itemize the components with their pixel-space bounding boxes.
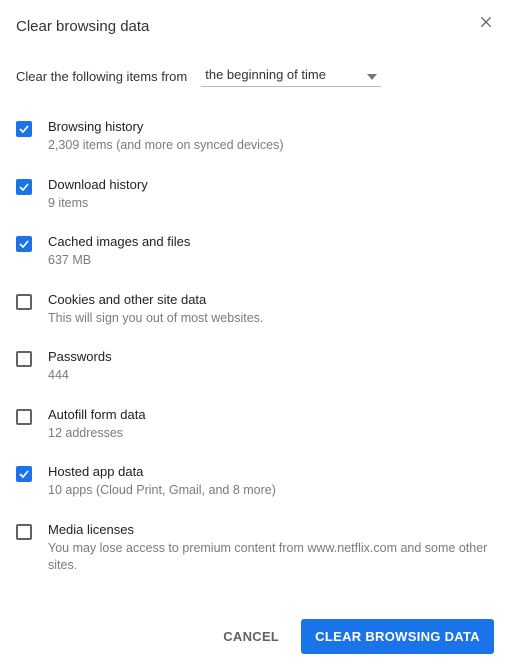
dialog-actions: Cancel Clear browsing data [16, 619, 494, 654]
option-label: Browsing history [48, 119, 494, 134]
options-list: Browsing history 2,309 items (and more on… [16, 111, 494, 589]
option-desc: This will sign you out of most websites. [48, 310, 494, 328]
option-desc: 9 items [48, 195, 494, 213]
option-label: Hosted app data [48, 464, 494, 479]
option-checkbox[interactable] [16, 524, 32, 540]
option-checkbox[interactable] [16, 179, 32, 195]
option-text: Download history 9 items [48, 177, 494, 213]
option-checkbox[interactable] [16, 121, 32, 137]
option-row: Autofill form data 12 addresses [16, 399, 494, 457]
option-label: Cached images and files [48, 234, 494, 249]
option-desc: You may lose access to premium content f… [48, 540, 494, 575]
option-text: Media licenses You may lose access to pre… [48, 522, 494, 575]
option-desc: 2,309 items (and more on synced devices) [48, 137, 494, 155]
time-range-row: Clear the following items from the begin… [16, 65, 494, 87]
option-label: Cookies and other site data [48, 292, 494, 307]
option-text: Cookies and other site data This will sig… [48, 292, 494, 328]
option-desc: 10 apps (Cloud Print, Gmail, and 8 more) [48, 482, 494, 500]
option-label: Passwords [48, 349, 494, 364]
cancel-button[interactable]: Cancel [209, 619, 293, 654]
option-desc: 637 MB [48, 252, 494, 270]
option-text: Cached images and files 637 MB [48, 234, 494, 270]
option-row: Hosted app data 10 apps (Cloud Print, Gma… [16, 456, 494, 514]
clear-browsing-data-dialog: Clear browsing data Clear the following … [0, 0, 510, 670]
option-text: Autofill form data 12 addresses [48, 407, 494, 443]
option-desc: 12 addresses [48, 425, 494, 443]
option-label: Download history [48, 177, 494, 192]
option-row: Cookies and other site data This will sig… [16, 284, 494, 342]
option-row: Cached images and files 637 MB [16, 226, 494, 284]
option-text: Hosted app data 10 apps (Cloud Print, Gma… [48, 464, 494, 500]
option-row: Media licenses You may lose access to pre… [16, 514, 494, 589]
option-checkbox[interactable] [16, 236, 32, 252]
time-range-label: Clear the following items from [16, 69, 187, 84]
option-checkbox[interactable] [16, 466, 32, 482]
option-text: Passwords 444 [48, 349, 494, 385]
option-row: Passwords 444 [16, 341, 494, 399]
time-range-select[interactable]: the beginning of time [201, 65, 381, 87]
option-row: Browsing history 2,309 items (and more on… [16, 111, 494, 169]
option-checkbox[interactable] [16, 294, 32, 310]
time-range-value: the beginning of time [205, 67, 326, 82]
dialog-title: Clear browsing data [16, 18, 494, 35]
option-checkbox[interactable] [16, 351, 32, 367]
option-label: Autofill form data [48, 407, 494, 422]
close-button[interactable] [478, 14, 494, 30]
option-label: Media licenses [48, 522, 494, 537]
close-icon [478, 18, 494, 33]
clear-browsing-data-button[interactable]: Clear browsing data [301, 619, 494, 654]
option-checkbox[interactable] [16, 409, 32, 425]
option-row: Download history 9 items [16, 169, 494, 227]
chevron-down-icon [367, 70, 377, 85]
option-text: Browsing history 2,309 items (and more on… [48, 119, 494, 155]
option-desc: 444 [48, 367, 494, 385]
